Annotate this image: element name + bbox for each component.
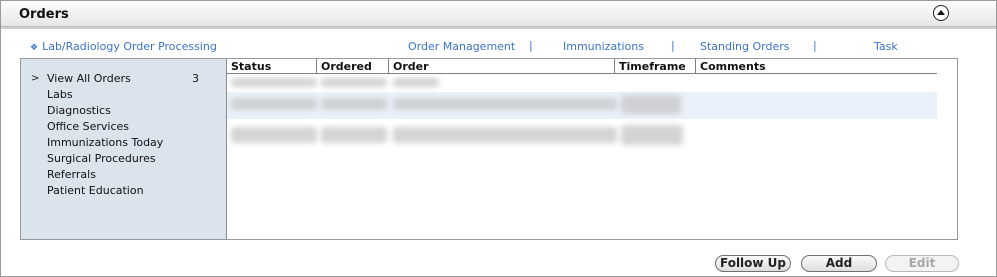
sidebar-item-labs[interactable]: Labs [47, 88, 73, 101]
order-count-badge: 3 [192, 72, 199, 85]
sidebar-item-referrals[interactable]: Referrals [47, 168, 96, 181]
redacted-cell [231, 78, 317, 87]
add-button[interactable]: Add [801, 255, 877, 272]
page-title: Orders [19, 7, 69, 22]
redacted-cell [393, 78, 439, 87]
table-row[interactable] [227, 92, 937, 119]
table-row[interactable] [227, 74, 937, 91]
lab-order-processing-link[interactable]: ❖ Lab/Radiology Order Processing [30, 40, 217, 53]
sidebar-item-diagnostics[interactable]: Diagnostics [47, 104, 111, 117]
sidebar-item-patient-education[interactable]: Patient Education [47, 184, 144, 197]
orders-content-panel: > View All Orders 3 Labs Diagnostics Off… [20, 58, 958, 240]
column-header-order[interactable]: Order [389, 59, 615, 74]
follow-up-button[interactable]: Follow Up [715, 255, 791, 272]
header-divider [1, 27, 996, 29]
link-separator: | [529, 39, 533, 52]
redacted-cell [621, 125, 683, 145]
column-header-timeframe[interactable]: Timeframe [615, 59, 696, 74]
column-header-comments[interactable]: Comments [696, 59, 937, 74]
redacted-cell [231, 98, 317, 110]
table-row[interactable] [227, 121, 937, 151]
orders-header: Orders [1, 1, 996, 27]
order-management-link[interactable]: Order Management [408, 40, 515, 53]
edit-button[interactable]: Edit [885, 255, 959, 272]
sidebar-item-surgical-procedures[interactable]: Surgical Procedures [47, 152, 156, 165]
redacted-cell [393, 98, 617, 110]
redacted-cell [621, 95, 681, 114]
chevron-up-icon[interactable] [933, 5, 949, 21]
redacted-cell [393, 127, 617, 143]
sidebar-item-immunizations-today[interactable]: Immunizations Today [47, 136, 163, 149]
redacted-cell [321, 98, 387, 110]
sidebar-item-view-all-orders[interactable]: View All Orders [47, 72, 131, 85]
column-header-status[interactable]: Status [227, 59, 317, 74]
lab-order-processing-label: Lab/Radiology Order Processing [42, 40, 217, 53]
redacted-cell [321, 127, 387, 143]
link-separator: | [813, 39, 817, 52]
immunizations-link[interactable]: Immunizations [563, 40, 644, 53]
sidebar-item-office-services[interactable]: Office Services [47, 120, 129, 133]
task-link[interactable]: Task [874, 40, 898, 53]
orders-grid: Status Ordered Order Timeframe Comments [227, 59, 937, 239]
order-category-sidebar: > View All Orders 3 Labs Diagnostics Off… [21, 59, 227, 239]
column-header-ordered[interactable]: Ordered [317, 59, 389, 74]
selected-marker-icon: > [31, 73, 40, 84]
link-separator: | [671, 39, 675, 52]
diamond-bullet-icon: ❖ [30, 43, 39, 53]
redacted-cell [231, 127, 317, 143]
standing-orders-link[interactable]: Standing Orders [700, 40, 790, 53]
redacted-cell [321, 78, 387, 87]
